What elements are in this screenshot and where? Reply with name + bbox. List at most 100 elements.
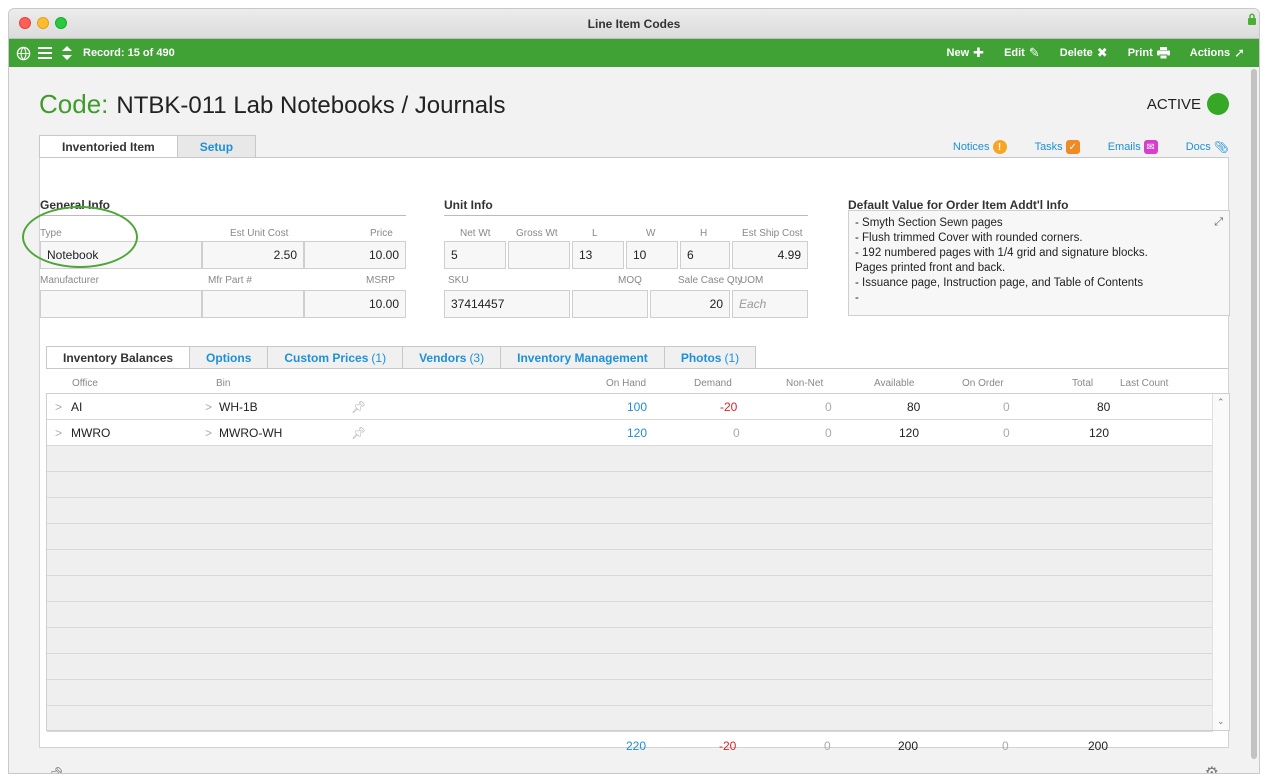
tab-vendors[interactable]: Vendors (3): [402, 346, 502, 368]
expand-bin-icon[interactable]: >: [205, 400, 212, 414]
edit-button[interactable]: Edit ✎: [1004, 45, 1040, 61]
gear-icon[interactable]: ⚙: [1205, 763, 1219, 773]
note-line: - Issuance page, Instruction page, and T…: [855, 277, 1144, 289]
col-available[interactable]: Available: [874, 378, 914, 389]
col-on-hand[interactable]: On Hand: [606, 378, 646, 389]
net-wt-field[interactable]: 5: [444, 241, 506, 269]
window-scrollbar[interactable]: [1251, 69, 1257, 759]
footer-pin-icon[interactable]: 📌︎: [47, 766, 64, 773]
price-field[interactable]: 10.00: [304, 241, 406, 269]
table-row[interactable]: > MWRO > MWRO-WH 📌︎ 120 0 0 120 0 120: [47, 420, 1213, 446]
record-stepper-icon[interactable]: [59, 45, 75, 61]
demand-cell: 0: [733, 426, 740, 440]
notices-link[interactable]: Notices !: [953, 140, 1007, 154]
tab-options[interactable]: Options: [189, 346, 269, 368]
est-ship-cost-field[interactable]: 4.99: [732, 241, 808, 269]
tab-inventoried-item[interactable]: Inventoried Item: [39, 135, 178, 158]
width-field[interactable]: 10: [626, 241, 678, 269]
col-last-count[interactable]: Last Count: [1120, 378, 1168, 389]
empty-row: [47, 576, 1213, 602]
total-cell: 80: [1097, 400, 1111, 414]
unit-info-heading: Unit Info: [444, 198, 808, 216]
height-field[interactable]: 6: [680, 241, 730, 269]
price-label: Price: [370, 228, 393, 239]
actions-button[interactable]: Actions ➚: [1190, 45, 1245, 61]
globe-icon[interactable]: [15, 45, 31, 61]
empty-row: [47, 498, 1213, 524]
manufacturer-field[interactable]: [40, 290, 202, 318]
msrp-field[interactable]: 10.00: [304, 290, 406, 318]
gross-wt-field[interactable]: [508, 241, 570, 269]
grid-scrollbar[interactable]: ⌃ ⌄: [1212, 394, 1229, 730]
sku-field[interactable]: 37414457: [444, 290, 570, 318]
tab-custom-prices[interactable]: Custom Prices (1): [267, 346, 404, 368]
col-demand[interactable]: Demand: [694, 378, 732, 389]
empty-row: [47, 654, 1213, 680]
tab-photos[interactable]: Photos (1): [663, 346, 757, 368]
print-button[interactable]: Print: [1128, 45, 1170, 61]
manufacturer-label: Manufacturer: [40, 275, 99, 286]
tab-inventory-balances[interactable]: Inventory Balances: [46, 346, 191, 369]
window-title: Line Item Codes: [587, 17, 681, 31]
expand-bin-icon[interactable]: >: [205, 426, 212, 440]
non-net-cell: 0: [825, 426, 832, 440]
total-demand: -20: [719, 739, 737, 753]
sub-tab-divider: [46, 368, 1228, 369]
table-row[interactable]: > AI > WH-1B 📌︎ 100 -20 0 80 0 80: [47, 394, 1213, 420]
moq-label: MOQ: [618, 275, 642, 286]
scroll-down-icon[interactable]: ⌄: [1217, 716, 1225, 727]
list-view-icon[interactable]: [37, 45, 53, 61]
note-line: -: [855, 292, 859, 304]
gross-wt-label: Gross Wt: [516, 228, 558, 239]
est-ship-cost-label: Est Ship Cost: [742, 228, 803, 239]
sale-case-qty-field[interactable]: 20: [650, 290, 730, 318]
expand-row-icon[interactable]: >: [55, 400, 62, 414]
mfr-part-field[interactable]: [202, 290, 304, 318]
pin-icon[interactable]: 📌︎: [351, 426, 366, 440]
inventory-sub-tabs: Inventory Balances Options Custom Prices…: [46, 346, 757, 369]
tasks-link[interactable]: Tasks ✓: [1035, 140, 1080, 154]
code-value: NTBK-011 Lab Notebooks / Journals: [116, 92, 506, 119]
col-total[interactable]: Total: [1072, 378, 1093, 389]
highlight-circle: [22, 206, 138, 268]
main-tabs: Inventoried Item Setup: [39, 135, 257, 158]
printer-icon: [1156, 47, 1170, 59]
sku-label: SKU: [448, 275, 469, 286]
emails-link[interactable]: Emails ✉: [1108, 140, 1158, 154]
est-unit-cost-label: Est Unit Cost: [230, 228, 289, 239]
uom-label: UOM: [740, 275, 764, 286]
pin-icon[interactable]: 📌︎: [351, 400, 366, 414]
uom-field[interactable]: Each: [732, 290, 808, 318]
record-counter: Record: 15 of 490: [83, 47, 175, 59]
tab-inventory-management[interactable]: Inventory Management: [500, 346, 665, 368]
col-office[interactable]: Office: [72, 378, 98, 389]
note-line: - 192 numbered pages with 1/4 grid and s…: [855, 247, 1148, 259]
est-unit-cost-field[interactable]: 2.50: [202, 241, 304, 269]
inventory-balances-grid: > AI > WH-1B 📌︎ 100 -20 0 80 0 80 > MWRO…: [46, 393, 1230, 732]
l-label: L: [592, 228, 598, 239]
available-cell: 120: [899, 426, 920, 440]
msrp-label: MSRP: [366, 275, 395, 286]
tab-setup[interactable]: Setup: [176, 135, 257, 157]
default-value-textarea[interactable]: ⤢ - Smyth Section Sewn pages - Flush tri…: [848, 210, 1230, 316]
on-hand-cell[interactable]: 120: [627, 426, 647, 440]
col-non-net[interactable]: Non-Net: [786, 378, 823, 389]
length-field[interactable]: 13: [572, 241, 624, 269]
empty-row: [47, 680, 1213, 706]
scroll-up-icon[interactable]: ⌃: [1217, 397, 1225, 408]
empty-row: [47, 446, 1213, 472]
col-bin[interactable]: Bin: [216, 378, 230, 389]
bin-cell: MWRO-WH: [219, 426, 283, 440]
new-button[interactable]: New ✚: [947, 45, 985, 61]
expand-row-icon[interactable]: >: [55, 426, 62, 440]
envelope-icon: ✉: [1143, 140, 1158, 154]
empty-row: [47, 602, 1213, 628]
moq-field[interactable]: [572, 290, 648, 318]
on-hand-cell[interactable]: 100: [627, 400, 647, 414]
total-on-order: 0: [1002, 739, 1009, 753]
empty-row: [47, 524, 1213, 550]
expand-icon[interactable]: ⤢: [1214, 215, 1223, 230]
docs-link[interactable]: Docs 📎︎: [1186, 140, 1229, 154]
delete-button[interactable]: Delete ✖: [1060, 45, 1108, 61]
col-on-order[interactable]: On Order: [962, 378, 1004, 389]
